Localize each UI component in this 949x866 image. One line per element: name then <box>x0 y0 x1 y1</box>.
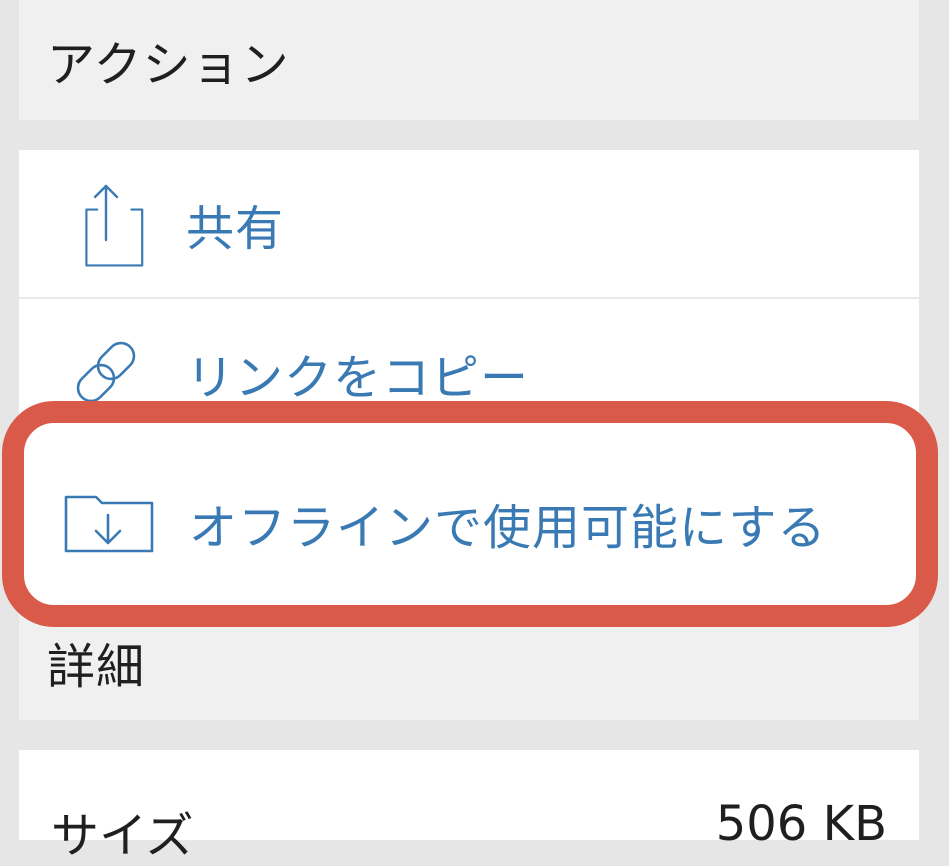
action-copy-link-label: リンクをコピー <box>186 350 530 406</box>
size-value: 506 KB <box>715 796 887 852</box>
action-share-label: 共有 <box>186 201 285 257</box>
share-icon <box>85 184 144 267</box>
details-section-title: 詳細 <box>47 639 146 695</box>
actions-section-header: アクション <box>19 0 919 120</box>
action-make-available-offline-label: オフラインで使用可能にする <box>189 500 827 556</box>
action-share[interactable]: 共有 <box>19 150 919 298</box>
size-label: サイズ <box>51 808 194 864</box>
folder-download-icon <box>64 495 154 553</box>
actions-section-title: アクション <box>47 37 290 93</box>
action-make-available-offline[interactable]: オフラインで使用可能にする <box>42 449 922 597</box>
highlight-frame: オフラインで使用可能にする <box>2 401 938 627</box>
details-list: サイズ 506 KB <box>19 750 919 864</box>
